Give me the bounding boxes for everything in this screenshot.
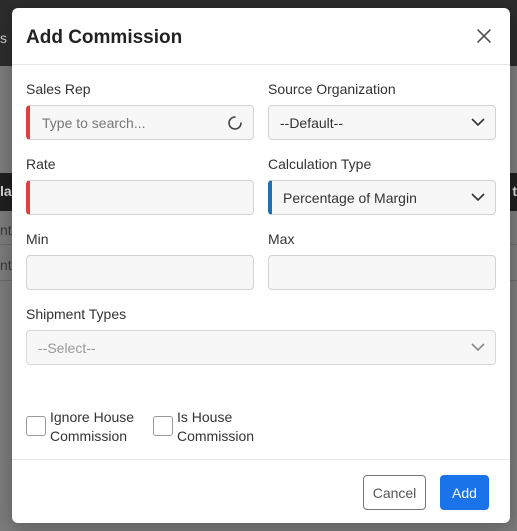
background-topbar-text: s [0,30,7,46]
calculation-type-label: Calculation Type [268,156,372,172]
shipment-types-select[interactable]: --Select-- [26,330,496,365]
background-row-text: nt [0,257,12,273]
calculation-type-select[interactable]: Percentage of Margin [268,180,496,215]
loading-spinner-icon [228,116,242,130]
modal-header: Add Commission [12,8,510,65]
background-header-left: la [0,183,12,199]
is-house-label-line1: Is House [177,409,233,425]
chevron-down-icon [471,343,485,352]
shipment-types-placeholder: --Select-- [38,340,96,356]
modal-footer: Cancel Add [12,459,510,523]
source-organization-value: --Default-- [280,115,344,131]
background-row-text: nt [0,222,12,238]
source-organization-select[interactable]: --Default-- [268,105,496,140]
rate-label: Rate [26,156,56,172]
max-input[interactable] [268,255,496,290]
is-house-commission-checkbox[interactable] [153,416,173,436]
is-house-commission-label: Is House Commission [177,408,254,446]
ignore-house-label-line2: Commission [50,428,128,444]
ignore-house-commission-label: Ignore House Commission [50,408,134,446]
sales-rep-label: Sales Rep [26,81,91,97]
add-commission-modal: Add Commission Sales Rep Type to search.… [12,8,510,523]
shipment-types-label: Shipment Types [26,306,127,322]
ignore-house-commission-checkbox[interactable] [26,416,46,436]
cancel-button[interactable]: Cancel [363,475,426,510]
chevron-down-icon [471,193,485,202]
source-organization-label: Source Organization [268,81,396,97]
min-label: Min [26,231,49,247]
background-header-right: t [512,183,517,199]
modal-title: Add Commission [26,27,183,48]
chevron-down-icon [471,118,485,127]
rate-input[interactable] [26,180,254,215]
ignore-house-label-line1: Ignore House [50,409,135,425]
sales-rep-placeholder: Type to search... [42,115,146,131]
min-input[interactable] [26,255,254,290]
sales-rep-search-input[interactable]: Type to search... [26,105,254,140]
close-button[interactable] [474,26,494,46]
max-label: Max [268,231,295,247]
calculation-type-value: Percentage of Margin [283,190,417,206]
add-button[interactable]: Add [440,475,489,510]
is-house-label-line2: Commission [177,428,255,444]
close-icon [477,29,491,43]
